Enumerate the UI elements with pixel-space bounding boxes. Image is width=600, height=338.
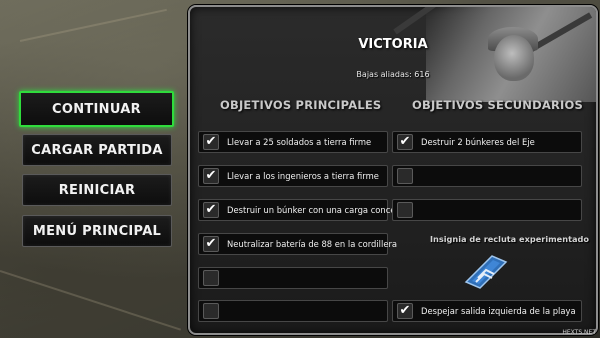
objective-checkbox bbox=[397, 168, 413, 184]
primary-objectives-header: OBJETIVOS PRINCIPALES bbox=[220, 98, 382, 112]
allied-casualties: Bajas aliadas: 616 bbox=[356, 70, 430, 79]
restart-button[interactable]: REINICIAR bbox=[22, 174, 172, 206]
continue-button[interactable]: CONTINUAR bbox=[19, 91, 174, 127]
objective-checkbox bbox=[397, 202, 413, 218]
load-game-button[interactable]: CARGAR PARTIDA bbox=[22, 134, 172, 166]
objective-checkbox: ✔ bbox=[203, 236, 219, 252]
secondary-objectives-header: OBJETIVOS SECUNDARIOS bbox=[412, 98, 583, 112]
objective-text: Llevar a 25 soldados a tierra firme bbox=[227, 137, 372, 147]
secondary-objective-row bbox=[392, 199, 582, 221]
main-menu-button[interactable]: MENÚ PRINCIPAL bbox=[22, 215, 172, 247]
objective-text: Destruir 2 búnkeres del Eje bbox=[421, 137, 535, 147]
watermark: HEXTS.NET bbox=[562, 329, 596, 336]
results-panel: VICTORIA Bajas aliadas: 616 OBJETIVOS PR… bbox=[188, 5, 598, 335]
objective-checkbox: ✔ bbox=[397, 303, 413, 319]
check-icon: ✔ bbox=[205, 134, 217, 149]
objective-text: Llevar a los ingenieros a tierra firme bbox=[227, 171, 379, 181]
objective-text: Neutralizar batería de 88 en la cordille… bbox=[227, 239, 398, 249]
victory-title: VICTORIA bbox=[358, 37, 428, 52]
recruit-badge-icon bbox=[464, 255, 508, 289]
check-icon: ✔ bbox=[205, 202, 217, 217]
badge-title: Insignia de recluta experimentado bbox=[430, 234, 589, 244]
primary-objective-row: ✔ Neutralizar batería de 88 en la cordill… bbox=[198, 233, 397, 255]
primary-objective-row bbox=[198, 267, 388, 289]
objective-checkbox: ✔ bbox=[203, 134, 219, 150]
objective-checkbox: ✔ bbox=[397, 134, 413, 150]
check-icon: ✔ bbox=[399, 134, 411, 149]
check-icon: ✔ bbox=[399, 303, 411, 318]
primary-objective-row: ✔ Llevar a los ingenieros a tierra firme bbox=[198, 165, 388, 187]
primary-objective-row: ✔ Destruir un búnker con una carga concen… bbox=[198, 199, 423, 221]
secondary-objective-row: ✔ Despejar salida izquierda de la playa bbox=[392, 300, 582, 322]
objective-checkbox bbox=[203, 303, 219, 319]
primary-objective-row: ✔ Llevar a 25 soldados a tierra firme bbox=[198, 131, 388, 153]
objective-checkbox: ✔ bbox=[203, 202, 219, 218]
objective-checkbox: ✔ bbox=[203, 168, 219, 184]
secondary-objective-row: ✔ Destruir 2 búnkeres del Eje bbox=[392, 131, 582, 153]
objective-text: Despejar salida izquierda de la playa bbox=[421, 306, 576, 316]
primary-objective-row bbox=[198, 300, 388, 322]
objective-checkbox bbox=[203, 270, 219, 286]
secondary-objective-row bbox=[392, 165, 582, 187]
check-icon: ✔ bbox=[205, 236, 217, 251]
check-icon: ✔ bbox=[205, 168, 217, 183]
